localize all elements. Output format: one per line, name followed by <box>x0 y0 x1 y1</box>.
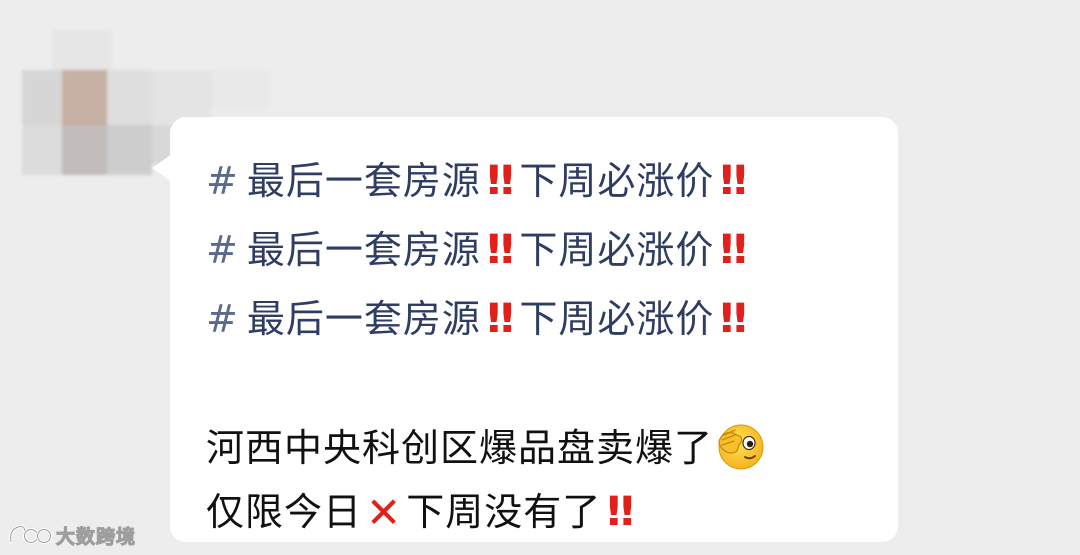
hashtag-text-2: 下周必涨价 <box>519 159 715 203</box>
cross-mark-icon: ✕ <box>366 488 403 537</box>
double-exclamation-icon: !! <box>604 489 638 535</box>
double-exclamation-icon: !! <box>717 296 751 342</box>
double-exclamation-icon: !! <box>717 227 751 273</box>
hashtag-line: # 最后一套房源!! 下周必涨价!! <box>206 285 898 354</box>
hashtag-text: 最后一套房源 <box>246 297 481 341</box>
double-exclamation-icon: !! <box>483 227 518 273</box>
double-exclamation-icon: !! <box>483 296 518 342</box>
watermark-text: 大数跨境 <box>55 525 137 548</box>
chat-area: # 最后一套房源!! 下周必涨价!! # 最后一套房源!! 下周必涨价!! # 最后一套房… <box>0 0 1080 555</box>
double-exclamation-icon: !! <box>483 158 518 204</box>
hashtag-text: 最后一套房源 <box>246 159 481 203</box>
double-exclamation-icon: !! <box>717 158 751 204</box>
message-line-2: 仅限今日✕ 下周没有了!! <box>206 480 898 544</box>
message-text: 仅限今日 <box>206 490 363 534</box>
brand-logo-icon <box>9 525 52 544</box>
hashtag-line: # 最后一套房源!! 下周必涨价!! <box>206 216 898 285</box>
message-bubble[interactable]: # 最后一套房源!! 下周必涨价!! # 最后一套房源!! 下周必涨价!! # 最后一套房… <box>170 117 898 542</box>
message-line-1: 河西中央科创区爆品盘卖爆了 <box>206 416 898 480</box>
hash-symbol: # <box>206 228 239 272</box>
bubble-tail <box>152 154 172 182</box>
face-with-hand-over-eye-icon <box>718 424 764 470</box>
watermark: 大数跨境 <box>8 520 136 550</box>
message-text-2: 下周没有了 <box>406 490 602 534</box>
message-text: 河西中央科创区爆品盘卖爆了 <box>206 426 714 470</box>
hashtag-text: 最后一套房源 <box>246 228 481 272</box>
hashtag-line: # 最后一套房源!! 下周必涨价!! <box>206 147 898 216</box>
hashtag-text-2: 下周必涨价 <box>519 228 715 272</box>
hash-symbol: # <box>206 297 239 341</box>
hashtag-text-2: 下周必涨价 <box>519 297 715 341</box>
hash-symbol: # <box>206 159 239 203</box>
